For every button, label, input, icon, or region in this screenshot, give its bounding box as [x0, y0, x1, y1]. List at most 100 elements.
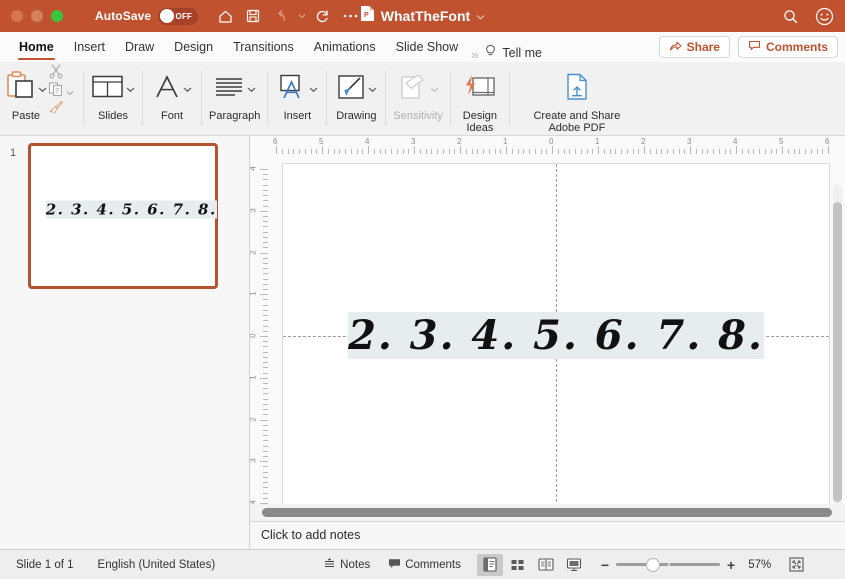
paste-button[interactable]: Paste — [4, 62, 48, 135]
ruler-minor-tick — [472, 149, 473, 154]
maximize-window-button[interactable] — [51, 10, 63, 22]
title-chevron-down-icon[interactable] — [476, 7, 485, 25]
window-controls — [0, 10, 63, 22]
status-comments-button[interactable]: Comments — [388, 557, 461, 573]
font-button[interactable]: Font — [150, 62, 194, 135]
presenter-view-button[interactable] — [561, 554, 587, 576]
sensitivity-button[interactable]: Sensitivity — [393, 62, 443, 135]
paste-chevron-down-icon[interactable] — [38, 80, 47, 98]
ruler-minor-tick — [431, 149, 432, 154]
minimize-window-button[interactable] — [31, 10, 43, 22]
horizontal-scrollbar-thumb[interactable] — [262, 508, 832, 517]
ruler-minor-tick — [449, 149, 450, 154]
ruler-minor-tick — [263, 216, 268, 217]
zoom-out-button[interactable]: − — [601, 558, 609, 572]
tab-animations[interactable]: Animations — [304, 32, 386, 62]
tab-insert[interactable]: Insert — [64, 32, 115, 62]
undo-icon[interactable] — [268, 3, 294, 29]
account-icon[interactable] — [811, 3, 837, 29]
ruler-number: 2 — [250, 417, 258, 421]
horizontal-ruler[interactable]: 6543210123456 — [250, 136, 845, 157]
slide-thumbnail-1[interactable]: 2. 3. 4. 5. 6. 7. 8. — [28, 143, 218, 289]
ruler-minor-tick — [679, 149, 680, 154]
ruler-minor-tick — [263, 242, 268, 243]
home-icon[interactable] — [212, 3, 238, 29]
close-window-button[interactable] — [11, 10, 23, 22]
copy-button[interactable] — [48, 83, 76, 100]
vertical-scrollbar[interactable] — [833, 184, 842, 531]
title-bar: AutoSave OFF — [0, 0, 845, 32]
tab-draw[interactable]: Draw — [115, 32, 164, 62]
slide-thumbnail-pane[interactable]: 1 2. 3. 4. 5. 6. 7. 8. — [0, 136, 250, 549]
save-icon[interactable] — [240, 3, 266, 29]
ruler-minor-tick — [771, 149, 772, 154]
comments-button[interactable]: Comments — [738, 36, 838, 58]
ruler-minor-tick — [725, 149, 726, 154]
cut-button[interactable] — [48, 65, 76, 82]
ruler-minor-tick — [263, 373, 268, 374]
paragraph-chevron-down-icon[interactable] — [247, 80, 256, 98]
ruler-minor-tick — [263, 305, 268, 306]
vertical-scrollbar-thumb[interactable] — [833, 202, 842, 502]
slide-editing-area[interactable]: 2. 3. 4. 5. 6. 7. 8. — [271, 157, 845, 516]
tab-design-label: Design — [174, 40, 213, 54]
horizontal-scrollbar-track[interactable] — [250, 504, 845, 521]
share-button[interactable]: Share — [659, 36, 730, 58]
ruler-major-tick — [260, 461, 268, 462]
paragraph-button[interactable]: Paragraph — [209, 62, 260, 135]
document-title[interactable]: WhatTheFont — [381, 8, 470, 24]
ruler-minor-tick — [466, 149, 467, 154]
ruler-minor-tick — [263, 393, 268, 394]
ruler-minor-tick — [822, 149, 823, 154]
design-ideas-button[interactable]: DesignIdeas — [458, 62, 502, 135]
language-label[interactable]: English (United States) — [98, 559, 216, 571]
drawing-chevron-down-icon[interactable] — [368, 80, 377, 98]
ruler-minor-tick — [696, 149, 697, 154]
zoom-slider-handle[interactable] — [646, 558, 660, 572]
autosave-toggle[interactable]: OFF — [158, 8, 198, 25]
search-icon[interactable] — [777, 3, 803, 29]
slide-text-box[interactable]: 2. 3. 4. 5. 6. 7. 8. — [321, 313, 791, 359]
ruler-minor-tick — [702, 149, 703, 154]
tab-slide-show[interactable]: Slide Show — [386, 32, 469, 62]
zoom-in-button[interactable]: + — [727, 558, 735, 572]
reading-view-button[interactable] — [533, 554, 559, 576]
adobe-pdf-label-line2: Adobe PDF — [548, 122, 605, 134]
zoom-level-label[interactable]: 57% — [748, 559, 771, 571]
format-painter-button[interactable] — [48, 101, 76, 118]
fit-to-window-icon[interactable] — [783, 554, 809, 576]
drawing-button[interactable]: Drawing — [334, 62, 378, 135]
ribbon-overflow-icon[interactable]: » — [468, 47, 481, 62]
font-chevron-down-icon[interactable] — [183, 80, 192, 98]
insert-chevron-down-icon[interactable] — [309, 80, 318, 98]
notes-pane[interactable]: Click to add notes — [250, 521, 845, 549]
undo-chevron-down-icon[interactable] — [296, 13, 307, 19]
redo-icon[interactable] — [309, 3, 335, 29]
ribbon-tabs: Home Insert Draw Design Transitions Anim… — [0, 32, 542, 62]
autosave-control[interactable]: AutoSave OFF — [95, 8, 198, 25]
tell-me-button[interactable]: Tell me — [481, 44, 542, 62]
paragraph-icon — [213, 75, 245, 104]
lightbulb-icon — [484, 44, 497, 62]
ruler-minor-tick — [263, 284, 268, 285]
insert-text-button[interactable]: Insert — [275, 62, 319, 135]
tab-design[interactable]: Design — [164, 32, 223, 62]
notes-button[interactable]: Notes — [323, 557, 370, 573]
normal-view-button[interactable] — [477, 554, 503, 576]
create-share-adobe-pdf-button[interactable]: Create and ShareAdobe PDF — [517, 62, 637, 135]
ruler-number: 2 — [457, 137, 461, 146]
tab-transitions[interactable]: Transitions — [223, 32, 304, 62]
zoom-slider[interactable] — [616, 558, 720, 572]
sensitivity-chevron-down-icon[interactable] — [430, 80, 439, 98]
slide-sorter-view-button[interactable] — [505, 554, 531, 576]
ribbon-separator — [509, 71, 510, 126]
ruler-minor-tick — [263, 482, 268, 483]
vertical-ruler[interactable]: 432101234 — [250, 157, 271, 516]
tab-home[interactable]: Home — [9, 32, 64, 62]
slides-chevron-down-icon[interactable] — [126, 80, 135, 98]
slides-button[interactable]: Slides — [91, 62, 135, 135]
slide-canvas[interactable]: 2. 3. 4. 5. 6. 7. 8. — [282, 163, 830, 508]
ruler-minor-tick — [263, 200, 268, 201]
ribbon-separator — [326, 71, 327, 126]
copy-chevron-down-icon[interactable] — [66, 83, 74, 101]
